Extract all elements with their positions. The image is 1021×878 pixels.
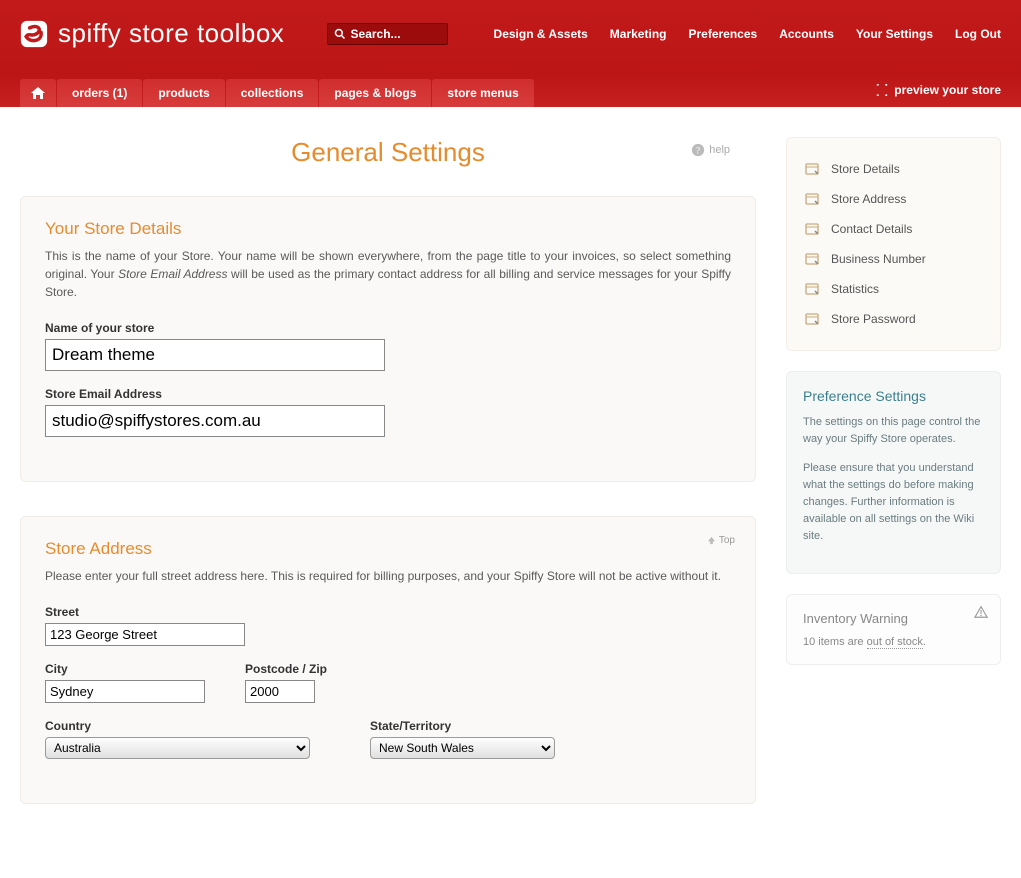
nav-design-assets[interactable]: Design & Assets xyxy=(494,27,588,41)
logo-icon xyxy=(20,20,48,48)
main-tabs: orders (1) products collections pages & … xyxy=(0,73,1021,107)
preference-settings-box: Preference Settings The settings on this… xyxy=(786,371,1001,574)
tab-products[interactable]: products xyxy=(143,79,224,107)
sidebar-item-label: Store Address xyxy=(831,192,906,206)
out-of-stock-link[interactable]: out of stock xyxy=(867,636,923,649)
tab-collections[interactable]: collections xyxy=(226,79,319,107)
store-address-desc: Please enter your full street address he… xyxy=(45,567,731,585)
main-column: General Settings ? help Your Store Detai… xyxy=(20,137,756,838)
top-label: Top xyxy=(719,535,735,546)
brand-title: spiffy store toolbox xyxy=(58,18,284,49)
tab-orders[interactable]: orders (1) xyxy=(57,79,142,107)
search-input[interactable] xyxy=(351,27,441,41)
preview-store-label: preview your store xyxy=(894,83,1001,97)
panel-store-address: Top Store Address Please enter your full… xyxy=(20,516,756,804)
state-label: State/Territory xyxy=(370,719,555,733)
page-icon xyxy=(805,192,821,206)
sidebar-item-label: Contact Details xyxy=(831,222,912,236)
inventory-warning-box: Inventory Warning 10 items are out of st… xyxy=(786,594,1001,665)
country-select[interactable]: Australia xyxy=(45,737,310,759)
sidebar-item-label: Statistics xyxy=(831,282,879,296)
page-icon xyxy=(805,222,821,236)
back-to-top-link[interactable]: Top xyxy=(707,535,735,546)
app-header: spiffy store toolbox Design & Assets Mar… xyxy=(0,0,1021,73)
warning-icon xyxy=(974,605,988,619)
inv-box-text: 10 items are out of stock. xyxy=(803,636,984,648)
inv-box-title: Inventory Warning xyxy=(803,611,984,626)
store-details-desc: This is the name of your Store. Your nam… xyxy=(45,247,731,301)
tab-store-menus[interactable]: store menus xyxy=(432,79,533,107)
sidebar-item-statistics[interactable]: Statistics xyxy=(803,274,984,304)
store-address-heading: Store Address xyxy=(45,539,731,559)
postcode-input[interactable] xyxy=(245,680,315,703)
page-title: General Settings xyxy=(291,137,485,168)
city-label: City xyxy=(45,662,205,676)
sidebar-item-label: Store Password xyxy=(831,312,916,326)
tab-pages-blogs[interactable]: pages & blogs xyxy=(319,79,431,107)
sidebar-item-store-password[interactable]: Store Password xyxy=(803,304,984,334)
country-label: Country xyxy=(45,719,310,733)
city-input[interactable] xyxy=(45,680,205,703)
search-icon xyxy=(334,28,346,40)
sidebar-item-contact-details[interactable]: Contact Details xyxy=(803,214,984,244)
brand-logo: spiffy store toolbox xyxy=(20,18,284,49)
panel-store-details: Your Store Details This is the name of y… xyxy=(20,196,756,482)
street-input[interactable] xyxy=(45,623,245,646)
home-icon xyxy=(30,86,46,100)
nav-accounts[interactable]: Accounts xyxy=(779,27,834,41)
svg-text:?: ? xyxy=(696,146,700,157)
section-nav: Store Details Store Address Contact Deta… xyxy=(786,137,1001,351)
store-email-label: Store Email Address xyxy=(45,387,731,401)
nav-your-settings[interactable]: Your Settings xyxy=(856,27,933,41)
page-icon xyxy=(805,162,821,176)
pref-box-p1: The settings on this page control the wa… xyxy=(803,414,984,448)
preview-icon xyxy=(875,84,889,96)
page-icon xyxy=(805,282,821,296)
postcode-label: Postcode / Zip xyxy=(245,662,327,676)
pref-box-p2: Please ensure that you understand what t… xyxy=(803,460,984,545)
arrow-up-icon xyxy=(707,536,716,545)
state-select[interactable]: New South Wales xyxy=(370,737,555,759)
top-nav: Design & Assets Marketing Preferences Ac… xyxy=(472,27,1001,41)
help-icon: ? xyxy=(691,143,705,157)
store-email-input[interactable] xyxy=(45,405,385,437)
sidebar: Store Details Store Address Contact Deta… xyxy=(786,137,1001,838)
store-name-label: Name of your store xyxy=(45,321,731,335)
sidebar-item-label: Store Details xyxy=(831,162,900,176)
nav-log-out[interactable]: Log Out xyxy=(955,27,1001,41)
help-link[interactable]: ? help xyxy=(691,143,730,157)
nav-marketing[interactable]: Marketing xyxy=(610,27,667,41)
pref-box-title: Preference Settings xyxy=(803,388,984,404)
page-icon xyxy=(805,252,821,266)
preview-store-link[interactable]: preview your store xyxy=(875,73,1001,107)
store-details-heading: Your Store Details xyxy=(45,219,731,239)
search-box[interactable] xyxy=(327,23,448,45)
help-label: help xyxy=(709,144,730,156)
sidebar-item-business-number[interactable]: Business Number xyxy=(803,244,984,274)
sidebar-item-label: Business Number xyxy=(831,252,926,266)
sidebar-item-store-address[interactable]: Store Address xyxy=(803,184,984,214)
sidebar-item-store-details[interactable]: Store Details xyxy=(803,154,984,184)
nav-preferences[interactable]: Preferences xyxy=(688,27,757,41)
page-icon xyxy=(805,312,821,326)
store-name-input[interactable] xyxy=(45,339,385,371)
tab-home[interactable] xyxy=(20,79,56,107)
street-label: Street xyxy=(45,605,731,619)
